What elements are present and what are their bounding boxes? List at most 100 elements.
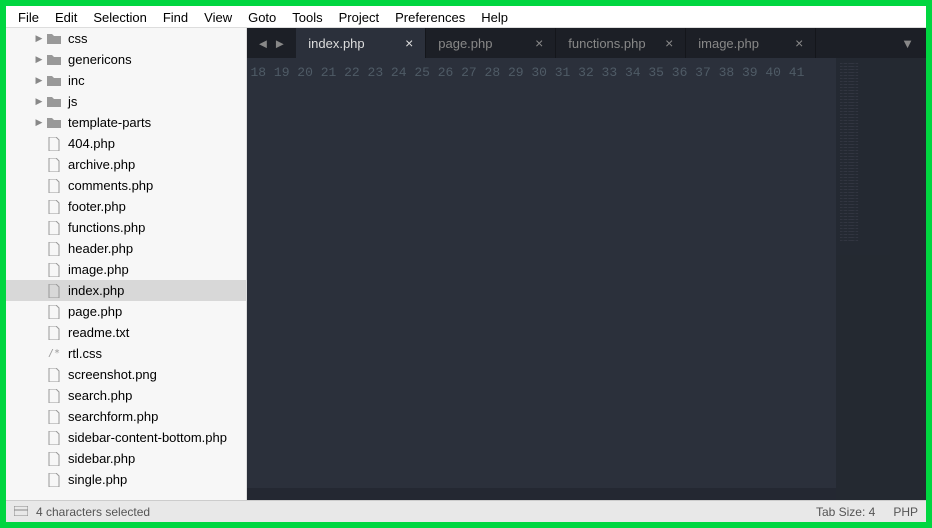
tree-item-js[interactable]: ▶ js xyxy=(6,91,246,112)
minimap[interactable]: ━━ ━━━ ━━━━━ ━━ ━━ ━━━ ━━━━━ ━━ ━━ ━━━ ━… xyxy=(836,58,926,500)
code-line[interactable]: /* xyxy=(820,370,836,388)
code-line[interactable]: // Start the loop. xyxy=(820,316,836,334)
folder-icon xyxy=(46,96,62,107)
tree-item-label: sidebar.php xyxy=(68,451,135,466)
menu-view[interactable]: View xyxy=(196,8,240,25)
menu-file[interactable]: File xyxy=(10,8,47,25)
horizontal-scrollbar[interactable] xyxy=(247,488,837,500)
expand-arrow-icon[interactable]: ▶ xyxy=(32,117,46,128)
close-icon[interactable]: × xyxy=(535,35,543,51)
menu-selection[interactable]: Selection xyxy=(85,8,154,25)
status-panel-icon[interactable] xyxy=(14,505,28,519)
code-line[interactable]: <main id="main" class="site-main" role="… xyxy=(820,100,836,118)
code-editor[interactable]: 18 19 20 21 22 23 24 25 26 27 28 29 30 3… xyxy=(247,58,927,500)
tree-item-label: index.php xyxy=(68,283,124,298)
code-line[interactable] xyxy=(820,118,836,136)
code-line[interactable]: <div id="primary" class="content-area"> xyxy=(820,82,836,100)
tab-functions-php[interactable]: functions.php× xyxy=(556,28,686,58)
file-icon xyxy=(46,473,62,487)
code-line[interactable]: <?php endif; ?> xyxy=(820,262,836,280)
tree-item-rtl-css[interactable]: /*rtl.css xyxy=(6,343,246,364)
tree-item-label: rtl.css xyxy=(68,346,102,361)
tree-item-image-php[interactable]: image.php xyxy=(6,259,246,280)
menu-preferences[interactable]: Preferences xyxy=(387,8,473,25)
tab-overflow-icon[interactable]: ▼ xyxy=(889,28,926,58)
tree-item-sidebar-php[interactable]: sidebar.php xyxy=(6,448,246,469)
code-line[interactable]: <?php xyxy=(820,298,836,316)
close-icon[interactable]: × xyxy=(795,35,803,51)
tree-item-template-parts[interactable]: ▶template-parts xyxy=(6,112,246,133)
tree-item-functions-php[interactable]: functions.php xyxy=(6,217,246,238)
expand-arrow-icon[interactable]: ▶ xyxy=(32,75,46,86)
code-line[interactable]: <h1 class="page-title screen-reader-text… xyxy=(820,208,836,244)
file-icon xyxy=(46,410,62,424)
tree-item-screenshot-png[interactable]: screenshot.png xyxy=(6,364,246,385)
tree-item-inc[interactable]: ▶inc xyxy=(6,70,246,91)
status-selection: 4 characters selected xyxy=(36,505,150,519)
close-icon[interactable]: × xyxy=(665,35,673,51)
menu-project[interactable]: Project xyxy=(331,8,387,25)
file-icon xyxy=(46,452,62,466)
tree-item-page-php[interactable]: page.php xyxy=(6,301,246,322)
menu-goto[interactable]: Goto xyxy=(240,8,284,25)
code-line[interactable]: </header> xyxy=(820,244,836,262)
file-tree-sidebar[interactable]: ▶css▶genericons▶inc▶js▶template-parts404… xyxy=(6,28,247,500)
expand-arrow-icon[interactable]: ▶ xyxy=(32,33,46,44)
tab-image-php[interactable]: image.php × xyxy=(686,28,816,58)
status-tabsize[interactable]: Tab Size: 4 xyxy=(816,505,875,519)
expand-arrow-icon[interactable]: ▶ xyxy=(32,54,46,65)
file-icon xyxy=(46,137,62,151)
code-line[interactable]: while ( have_posts() ) : the_post(); xyxy=(820,334,836,352)
tab-page-php[interactable]: page.php× xyxy=(426,28,556,58)
close-icon[interactable]: × xyxy=(405,35,413,51)
file-icon xyxy=(46,242,62,256)
tree-item-label: sidebar-content-bottom.php xyxy=(68,430,227,445)
expand-arrow-icon[interactable]: ▶ xyxy=(32,96,46,107)
tree-item-label: screenshot.png xyxy=(68,367,157,382)
tree-item-single-php[interactable]: single.php xyxy=(6,469,246,490)
code-line[interactable]: <?php if ( is_home() && ! is_front_page(… xyxy=(820,172,836,190)
tree-item-genericons[interactable]: ▶genericons xyxy=(6,49,246,70)
code-line[interactable] xyxy=(820,280,836,298)
tree-item-css[interactable]: ▶css xyxy=(6,28,246,49)
tree-item-label: js xyxy=(68,94,77,109)
file-icon xyxy=(46,431,62,445)
code-line[interactable] xyxy=(820,154,836,172)
tab-label: index.php xyxy=(308,36,364,51)
tree-item-index-php[interactable]: index.php xyxy=(6,280,246,301)
tree-item-label: search.php xyxy=(68,388,132,403)
tab-nav-arrows[interactable]: ◄ ► xyxy=(247,28,297,58)
tree-item-searchform-php[interactable]: searchform.php xyxy=(6,406,246,427)
code-line[interactable]: <?php if ( have_posts() ) : ?> xyxy=(820,136,836,154)
menu-tools[interactable]: Tools xyxy=(284,8,330,25)
tab-index-php[interactable]: index.php × xyxy=(296,28,426,58)
tree-item-footer-php[interactable]: footer.php xyxy=(6,196,246,217)
tree-item-archive-php[interactable]: archive.php xyxy=(6,154,246,175)
status-language[interactable]: PHP xyxy=(893,505,918,519)
code-line[interactable] xyxy=(820,352,836,370)
code-line[interactable]: * Include the Post-Format-specific templ… xyxy=(820,388,836,424)
code-line[interactable]: <header> xyxy=(820,190,836,208)
file-icon xyxy=(46,326,62,340)
tab-forward-icon[interactable]: ► xyxy=(273,36,286,51)
menu-find[interactable]: Find xyxy=(155,8,196,25)
tree-item-404-php[interactable]: 404.php xyxy=(6,133,246,154)
tree-item-label: image.php xyxy=(68,262,129,277)
tree-item-search-php[interactable]: search.php xyxy=(6,385,246,406)
tree-item-label: readme.txt xyxy=(68,325,129,340)
tree-item-readme-txt[interactable]: readme.txt xyxy=(6,322,246,343)
tree-item-sidebar-content-bottom-php[interactable]: sidebar-content-bottom.php xyxy=(6,427,246,448)
tree-item-header-php[interactable]: header.php xyxy=(6,238,246,259)
tree-item-label: archive.php xyxy=(68,157,135,172)
tree-item-label: footer.php xyxy=(68,199,126,214)
file-icon xyxy=(46,263,62,277)
tab-label: image.php xyxy=(698,36,759,51)
code-content[interactable]: <div id="primary" class="content-area"> … xyxy=(812,58,836,500)
code-line[interactable] xyxy=(820,64,836,82)
tab-back-icon[interactable]: ◄ xyxy=(257,36,270,51)
tree-item-comments-php[interactable]: comments.php xyxy=(6,175,246,196)
menu-help[interactable]: Help xyxy=(473,8,516,25)
editor-area: ◄ ► index.php×page.php×functions.php×ima… xyxy=(247,28,927,500)
code-line[interactable]: * If you want to override this in a chil… xyxy=(820,424,836,460)
menu-edit[interactable]: Edit xyxy=(47,8,85,25)
